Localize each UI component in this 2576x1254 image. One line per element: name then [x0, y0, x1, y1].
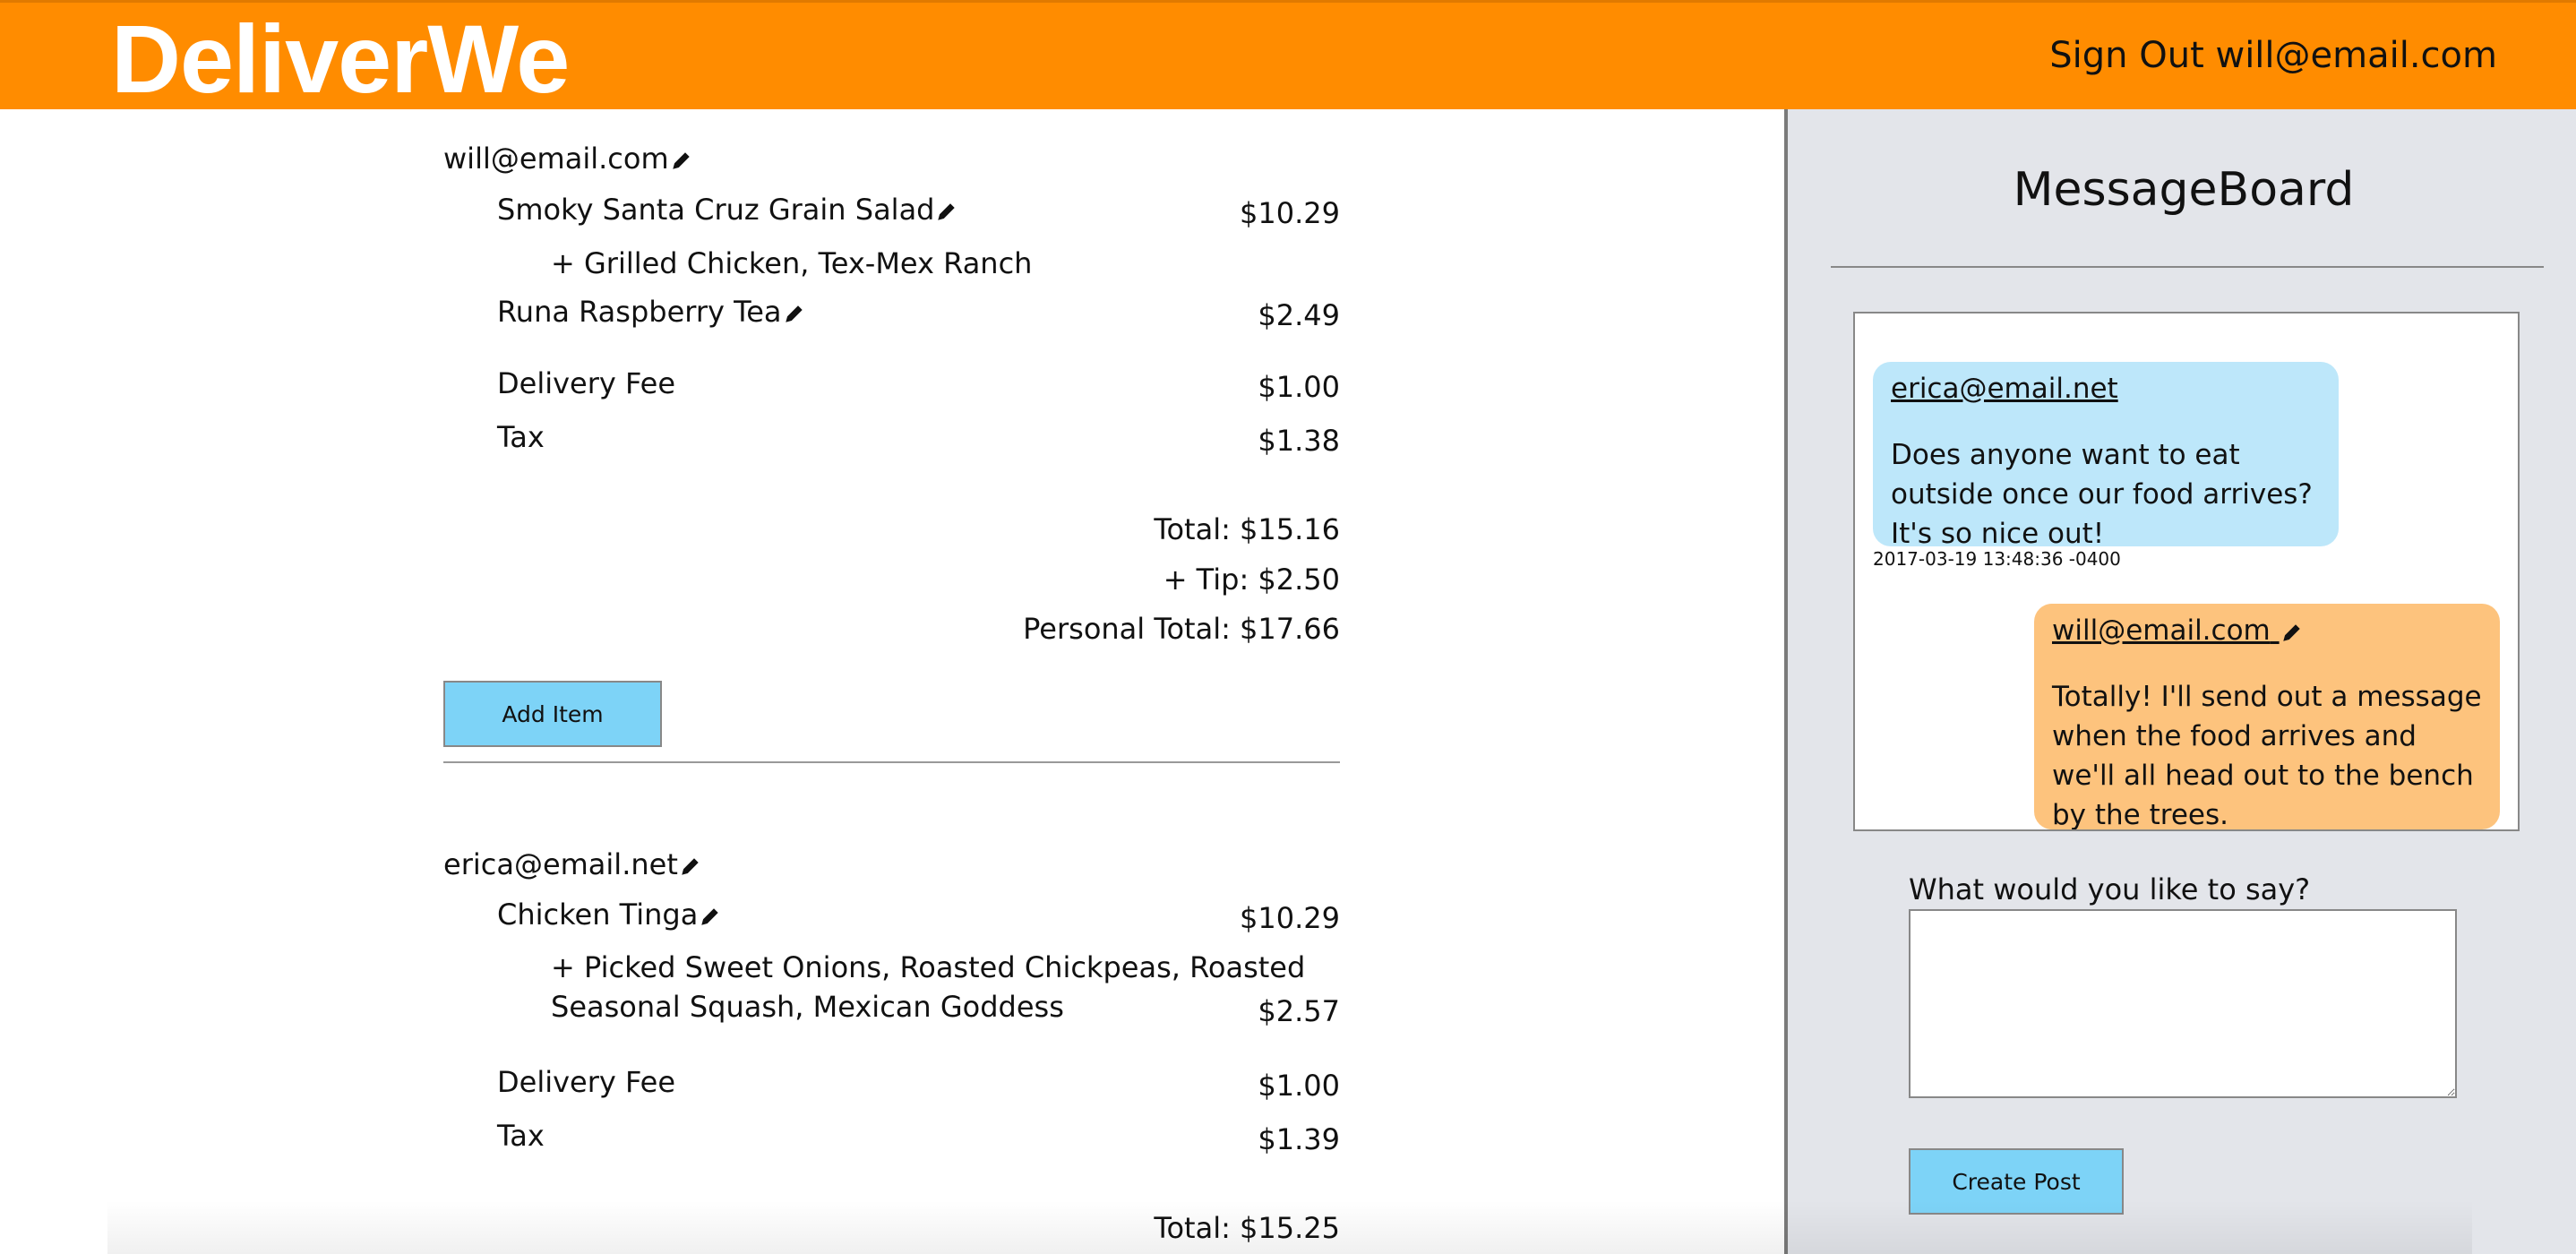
pencil-icon[interactable]	[2281, 622, 2303, 643]
delivery-fee-value: $1.00	[1258, 1069, 1340, 1103]
item-price: $10.29	[1240, 901, 1340, 935]
message-timestamp: 2017-03-19 13:48:36 -0400	[1873, 548, 2121, 570]
order-item: Runa Raspberry Tea	[497, 295, 805, 329]
order-user-email: erica@email.net	[443, 847, 678, 881]
sign-out-link[interactable]: Sign Out will@email.com	[2049, 35, 2497, 76]
item-modifiers-line: + Picked Sweet Onions, Roasted Chickpeas…	[551, 950, 1306, 984]
delivery-fee-label: Delivery Fee	[497, 366, 676, 400]
pencil-icon[interactable]	[700, 906, 721, 927]
item-modifiers: + Grilled Chicken, Tex-Mex Ranch	[551, 246, 1033, 280]
order-user: erica@email.net	[443, 847, 701, 881]
delivery-fee-label: Delivery Fee	[497, 1065, 676, 1099]
post-textarea[interactable]	[1909, 909, 2457, 1098]
modifiers-price: $2.57	[1258, 994, 1340, 1028]
message-author-email[interactable]: will@email.com	[2052, 614, 2271, 647]
board-divider	[1831, 266, 2544, 268]
top-bar: DeliverWe Sign Out will@email.com	[0, 0, 2576, 112]
tax-value: $1.38	[1258, 424, 1340, 458]
tax-value: $1.39	[1258, 1122, 1340, 1156]
orders-panel: will@email.com Smoky Santa Cruz Grain Sa…	[0, 109, 1784, 1254]
item-name: Runa Raspberry Tea	[497, 295, 782, 329]
message-board: MessageBoard erica@email.net Does anyone…	[1784, 109, 2576, 1254]
order-card: will@email.com Smoky Santa Cruz Grain Sa…	[443, 109, 1340, 790]
item-name: Smoky Santa Cruz Grain Salad	[497, 193, 935, 227]
order-divider	[443, 761, 1340, 763]
app-logo[interactable]: DeliverWe	[111, 6, 570, 112]
item-price: $10.29	[1240, 196, 1340, 230]
order-card: erica@email.net Chicken Tinga $10.29 + P…	[443, 813, 1340, 1254]
create-post-button[interactable]: Create Post	[1909, 1148, 2124, 1215]
message-text: Does anyone want to eat outside once our…	[1891, 439, 2313, 550]
order-item: Smoky Santa Cruz Grain Salad	[497, 193, 957, 227]
item-name: Chicken Tinga	[497, 898, 699, 932]
message-text: Totally! I'll send out a message when th…	[2052, 681, 2482, 831]
delivery-fee-value: $1.00	[1258, 370, 1340, 404]
order-item: Chicken Tinga	[497, 898, 721, 932]
tax-label: Tax	[497, 420, 545, 454]
order-tip: + Tip: $2.50	[1163, 563, 1340, 597]
personal-total: Personal Total: $17.66	[1023, 612, 1340, 646]
pencil-icon[interactable]	[936, 201, 957, 222]
pencil-icon[interactable]	[784, 303, 805, 324]
post-prompt: What would you like to say?	[1909, 872, 2311, 906]
pencil-icon[interactable]	[671, 150, 692, 171]
board-title: MessageBoard	[2013, 163, 2355, 217]
add-item-button[interactable]: Add Item	[443, 681, 662, 747]
message-bubble: erica@email.net Does anyone want to eat …	[1873, 362, 2339, 550]
message-bubble: will@email.com Totally! I'll send out a …	[2034, 604, 2500, 829]
order-total: Total: $15.25	[1154, 1211, 1340, 1245]
tax-label: Tax	[497, 1119, 545, 1153]
order-user-email: will@email.com	[443, 142, 669, 176]
pencil-icon[interactable]	[680, 855, 701, 877]
message-author[interactable]: will@email.com	[2052, 611, 2482, 650]
message-list[interactable]: erica@email.net Does anyone want to eat …	[1853, 312, 2520, 831]
order-total: Total: $15.16	[1154, 512, 1340, 546]
order-user: will@email.com	[443, 142, 692, 176]
message-author[interactable]: erica@email.net	[1891, 369, 2321, 408]
item-modifiers-line: Seasonal Squash, Mexican Goddess	[551, 990, 1064, 1024]
item-price: $2.49	[1258, 298, 1340, 332]
